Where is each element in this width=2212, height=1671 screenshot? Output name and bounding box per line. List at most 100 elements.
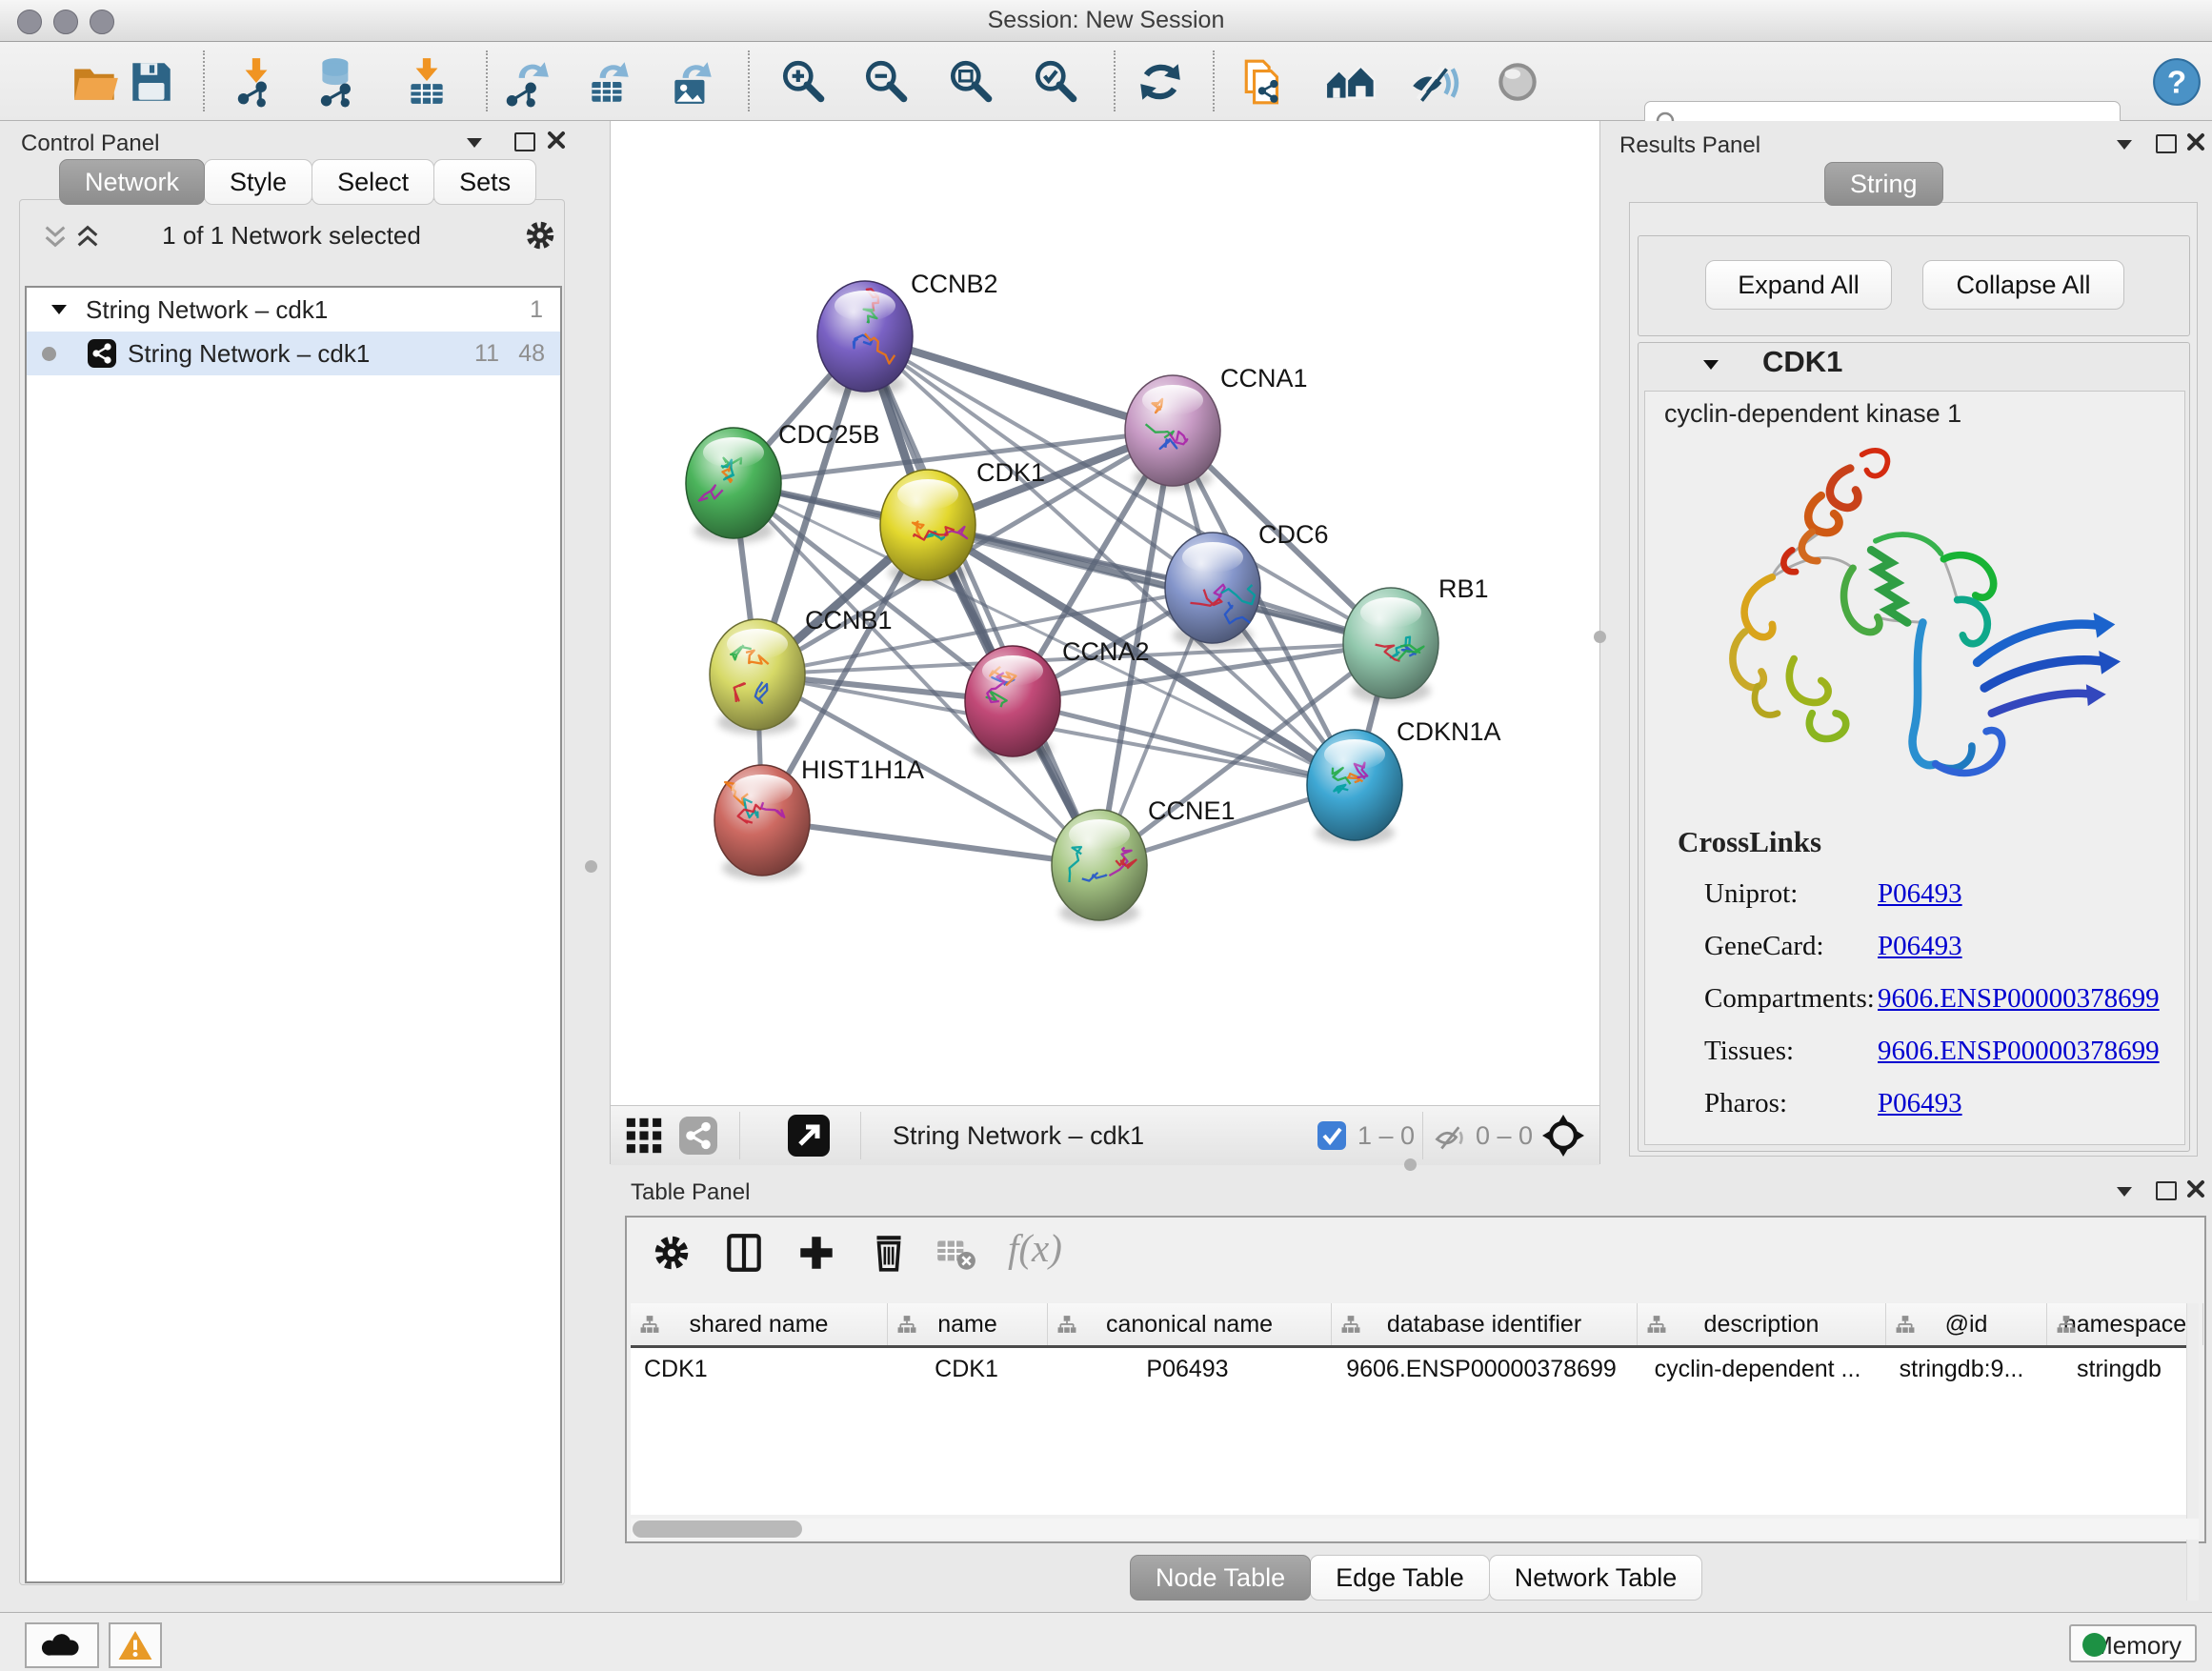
panel-close-icon[interactable] bbox=[2186, 132, 2205, 151]
tab-edge-table[interactable]: Edge Table bbox=[1310, 1555, 1490, 1601]
network-node-ccnb2[interactable] bbox=[817, 281, 913, 396]
add-column-icon[interactable] bbox=[794, 1231, 838, 1275]
column-header-name[interactable]: name bbox=[888, 1303, 1048, 1345]
delete-table-icon[interactable] bbox=[934, 1231, 977, 1275]
tab-select[interactable]: Select bbox=[312, 159, 434, 205]
table-row[interactable]: CDK1CDK1P064939606.ENSP00000378699cyclin… bbox=[631, 1348, 2199, 1390]
crosslink-link[interactable]: 9606.ENSP00000378699 bbox=[1878, 1025, 2160, 1077]
cell-name[interactable]: CDK1 bbox=[887, 1348, 1046, 1390]
network-node-cdc25b[interactable] bbox=[686, 428, 781, 543]
detach-view-icon[interactable] bbox=[788, 1115, 830, 1157]
network-node-ccnb1[interactable] bbox=[710, 619, 805, 735]
tree-expander-icon[interactable] bbox=[51, 305, 67, 314]
delete-column-icon[interactable] bbox=[867, 1231, 911, 1275]
panel-float-icon[interactable] bbox=[2156, 134, 2177, 153]
column-header-canonical-name[interactable]: canonical name bbox=[1048, 1303, 1332, 1345]
cloud-button[interactable] bbox=[25, 1622, 99, 1668]
network-options-gear-icon[interactable] bbox=[522, 217, 558, 253]
panel-menu-icon[interactable] bbox=[2117, 140, 2132, 150]
network-node-cdk1[interactable] bbox=[880, 470, 975, 585]
network-edge-hist1h1a-ccne1[interactable] bbox=[762, 820, 1099, 865]
table-content-box: f(x) shared namenamecanonical namedataba… bbox=[625, 1216, 2206, 1543]
network-node-rb1[interactable] bbox=[1343, 588, 1438, 703]
zoom-selected-icon[interactable] bbox=[1030, 56, 1081, 108]
network-node-cdc6[interactable] bbox=[1165, 533, 1260, 648]
network-edge-ccnb2-ccne1[interactable] bbox=[865, 336, 1099, 865]
network-node-ccna1[interactable] bbox=[1125, 375, 1220, 491]
crosslink-link[interactable]: P06493 bbox=[1878, 868, 1962, 920]
column-header-namespace[interactable]: namespace bbox=[2047, 1303, 2203, 1345]
import-table-icon[interactable] bbox=[401, 56, 452, 108]
right-splitter-handle[interactable] bbox=[1594, 631, 1606, 643]
crosslink-row: GeneCard:P06493 bbox=[1645, 920, 2184, 973]
table-vertical-scrollbar[interactable] bbox=[2186, 1303, 2199, 1601]
warning-button[interactable] bbox=[109, 1622, 162, 1668]
column-header-description[interactable]: description bbox=[1638, 1303, 1886, 1345]
tab-network[interactable]: Network bbox=[59, 159, 205, 205]
tab-node-table[interactable]: Node Table bbox=[1130, 1555, 1311, 1601]
expand-all-button[interactable]: Expand All bbox=[1705, 260, 1892, 310]
share-view-icon[interactable] bbox=[679, 1117, 717, 1155]
network-node-ccne1[interactable] bbox=[1052, 810, 1147, 925]
panel-float-icon[interactable] bbox=[2156, 1181, 2177, 1200]
column-header-database-identifier[interactable]: database identifier bbox=[1332, 1303, 1638, 1345]
help-icon[interactable]: ? bbox=[2151, 56, 2202, 108]
panel-menu-icon[interactable] bbox=[2117, 1187, 2132, 1197]
panel-close-icon[interactable] bbox=[547, 131, 566, 150]
column-header-@id[interactable]: @id bbox=[1886, 1303, 2047, 1345]
left-splitter-handle[interactable] bbox=[585, 860, 597, 873]
crosslink-link[interactable]: P06493 bbox=[1878, 920, 1962, 973]
column-header-shared-name[interactable]: shared name bbox=[631, 1303, 888, 1345]
grid-view-icon[interactable] bbox=[625, 1117, 663, 1155]
network-canvas[interactable]: CCNB2CCNA1CDC25BCDK1CDC6RB1CCNB1CCNA2CDK… bbox=[611, 121, 1599, 1105]
export-network-icon[interactable] bbox=[501, 56, 553, 108]
network-node-cdkn1a[interactable] bbox=[1307, 730, 1402, 845]
cell-database-identifier[interactable]: 9606.ENSP00000378699 bbox=[1329, 1348, 1634, 1390]
panel-close-icon[interactable] bbox=[2186, 1179, 2205, 1198]
table-options-gear-icon[interactable] bbox=[650, 1231, 694, 1275]
tab-string[interactable]: String bbox=[1824, 162, 1943, 206]
save-session-icon[interactable] bbox=[126, 56, 177, 108]
tab-style[interactable]: Style bbox=[204, 159, 312, 205]
crosslink-link[interactable]: 9606.ENSP00000378699 bbox=[1878, 973, 2160, 1025]
memory-button[interactable]: Memory bbox=[2069, 1624, 2197, 1662]
birdseye-navigator-icon[interactable] bbox=[1542, 1115, 1584, 1157]
show-columns-icon[interactable] bbox=[722, 1231, 766, 1275]
collapse-all-button[interactable]: Collapse All bbox=[1922, 260, 2124, 310]
node-label-ccna1: CCNA1 bbox=[1220, 364, 1308, 393]
eye-icon[interactable] bbox=[1492, 56, 1543, 108]
cell-@id[interactable]: stringdb:9... bbox=[1881, 1348, 2041, 1390]
import-database-icon[interactable] bbox=[312, 56, 364, 108]
cell-canonical-name[interactable]: P06493 bbox=[1046, 1348, 1329, 1390]
crosslink-label: Uniprot: bbox=[1704, 868, 1798, 920]
export-image-icon[interactable] bbox=[667, 56, 718, 108]
network-row-selected[interactable]: String Network – cdk1 11 48 bbox=[27, 332, 560, 375]
crosslink-link[interactable]: P06493 bbox=[1878, 1077, 1962, 1130]
panel-float-icon[interactable] bbox=[514, 132, 535, 151]
tab-network-table[interactable]: Network Table bbox=[1489, 1555, 1703, 1601]
network-node-hist1h1a[interactable] bbox=[714, 765, 810, 880]
zoom-out-icon[interactable] bbox=[860, 56, 912, 108]
hidden-eye-icon[interactable] bbox=[1434, 1119, 1468, 1154]
zoom-fit-icon[interactable] bbox=[945, 56, 996, 108]
selected-checkbox-icon[interactable] bbox=[1317, 1121, 1346, 1150]
network-collection-row[interactable]: String Network – cdk1 1 bbox=[27, 288, 560, 332]
import-network-icon[interactable] bbox=[231, 56, 282, 108]
homes-icon[interactable] bbox=[1325, 56, 1377, 108]
refresh-icon[interactable] bbox=[1135, 56, 1186, 108]
cell-namespace[interactable]: stringdb bbox=[2041, 1348, 2197, 1390]
section-collapse-icon[interactable] bbox=[1703, 360, 1719, 370]
network-node-ccna2[interactable] bbox=[965, 646, 1060, 761]
panel-menu-icon[interactable] bbox=[467, 138, 482, 148]
function-builder-icon[interactable]: f(x) bbox=[1008, 1225, 1094, 1269]
scrollbar-thumb[interactable] bbox=[633, 1520, 802, 1538]
share-document-icon[interactable] bbox=[1239, 56, 1291, 108]
hide-panels-icon[interactable] bbox=[1408, 56, 1459, 108]
zoom-in-icon[interactable] bbox=[777, 56, 829, 108]
cell-shared-name[interactable]: CDK1 bbox=[631, 1348, 887, 1390]
tab-sets[interactable]: Sets bbox=[433, 159, 536, 205]
table-horizontal-scrollbar[interactable] bbox=[631, 1519, 2199, 1540]
cell-description[interactable]: cyclin-dependent ... bbox=[1634, 1348, 1881, 1390]
export-table-icon[interactable] bbox=[584, 56, 635, 108]
open-session-icon[interactable] bbox=[70, 56, 122, 108]
